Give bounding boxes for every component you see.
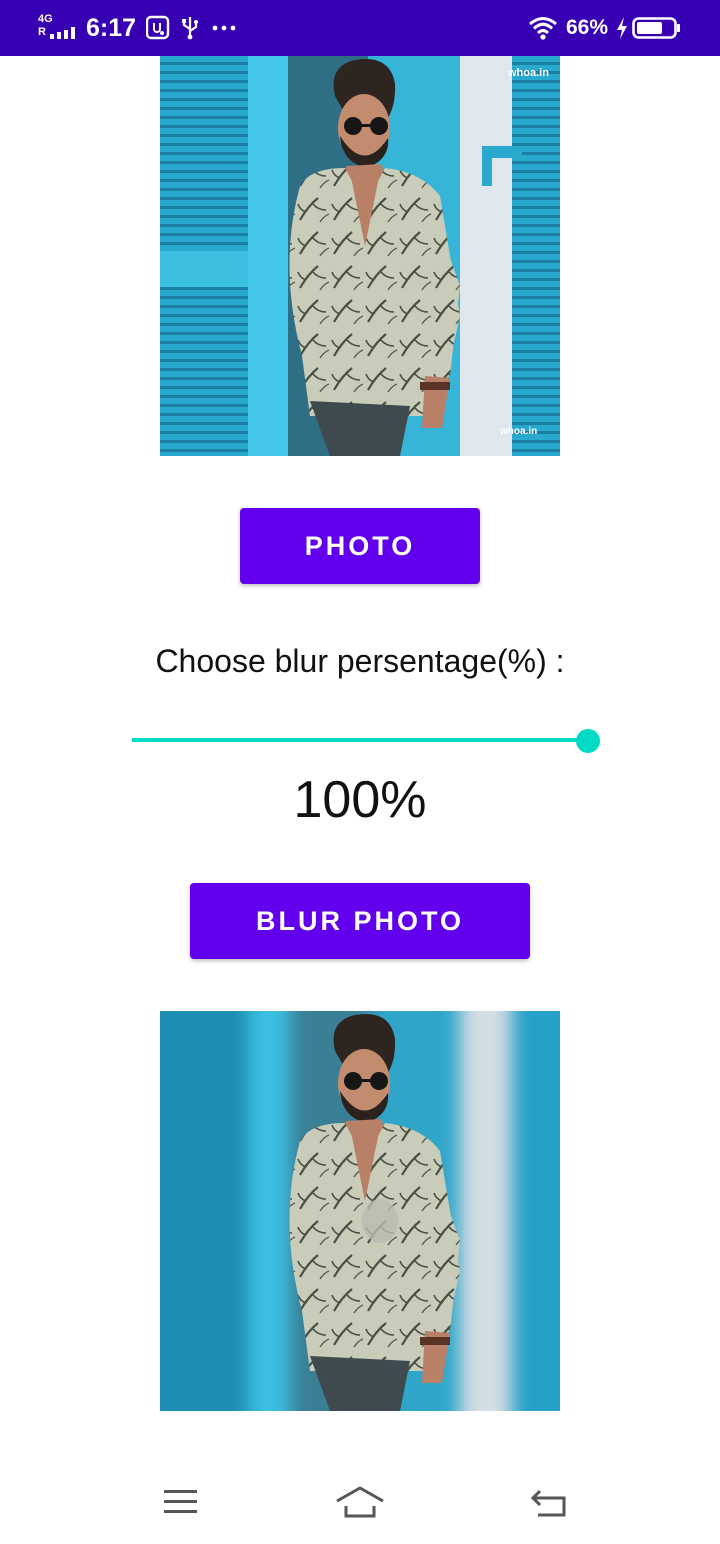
blur-photo-button[interactable]: BLUR PHOTO [190,883,530,959]
watermark-top: whoa.in [507,67,549,79]
status-bar: 4G R 6:17 66% [0,0,720,56]
usb-icon [178,15,202,41]
blur-percentage-value: 100% [293,771,427,829]
slider-track [132,738,588,742]
navigation-bar [0,1460,720,1544]
battery-icon [632,15,682,41]
photo-button[interactable]: PHOTO [240,508,480,584]
home-icon[interactable] [330,1480,390,1524]
signal-icon: 4G R [38,14,80,40]
battery-percent: 66% [566,16,609,39]
more-notifications-icon [210,15,238,41]
network-type: 4G [38,13,53,25]
wifi-icon [528,15,558,41]
original-photo: whoa.in whoa.in [160,56,560,456]
slider-thumb[interactable] [576,729,600,753]
blur-slider[interactable] [132,726,602,756]
usb-debug-icon [145,15,170,41]
network-roaming: R [38,26,46,38]
status-time: 6:17 [86,14,137,42]
charging-icon [614,15,630,41]
watermark-bottom: whoa.in [499,426,537,437]
menu-icon[interactable] [150,1480,210,1524]
blurred-photo [160,1011,560,1411]
blur-percentage-label: Choose blur persentage(%) : [155,643,565,679]
back-icon[interactable] [520,1480,580,1524]
